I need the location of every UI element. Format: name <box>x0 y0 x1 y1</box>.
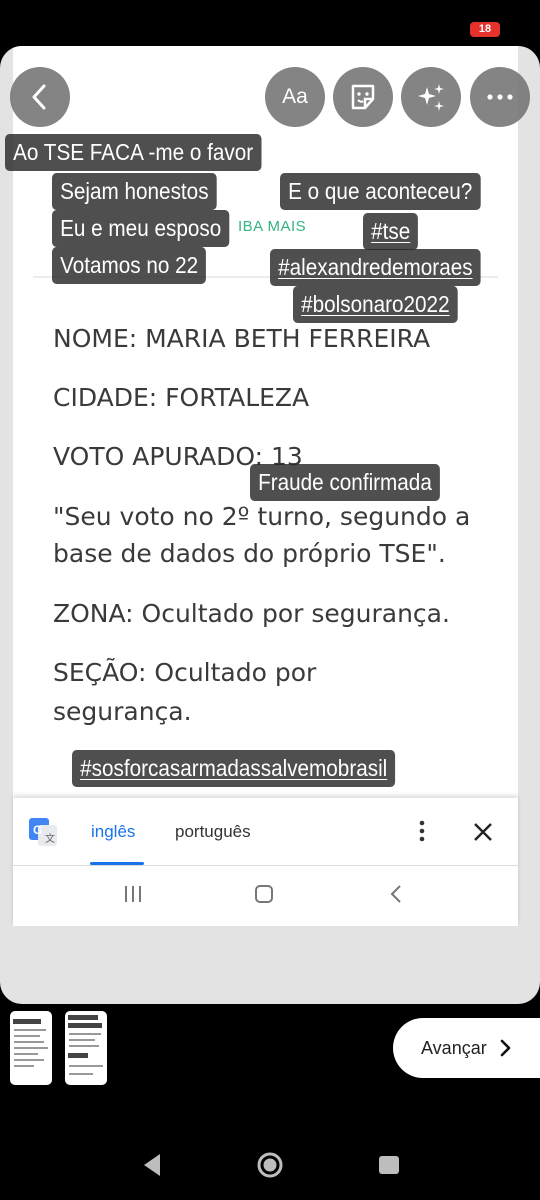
draft-thumbnail[interactable] <box>10 1011 52 1085</box>
hashtag-moraes[interactable]: #alexandredemoraes <box>270 249 481 286</box>
hashtag-bolsonaro[interactable]: #bolsonaro2022 <box>293 286 458 323</box>
story-canvas[interactable]: IBA MAIS NOME: MARIA BETH FERREIRA CIDAD… <box>0 46 540 1004</box>
doc-quote-1: "Seu voto no 2º turno, segundo a <box>53 502 471 531</box>
hashtag-text: #tse <box>371 218 411 244</box>
sticker-button[interactable] <box>333 67 393 127</box>
svg-text:G: G <box>33 823 42 837</box>
close-icon[interactable] <box>473 822 493 842</box>
doc-quote-2: base de dados do próprio TSE". <box>53 539 446 568</box>
google-translate-icon: G 文 <box>29 818 57 846</box>
system-home-icon[interactable] <box>255 1150 285 1180</box>
caption-text[interactable]: E o que aconteceu? <box>280 173 481 210</box>
doc-zona: ZONA: Ocultado por segurança. <box>53 599 450 628</box>
advance-button[interactable]: Avançar <box>393 1018 540 1078</box>
hashtag-sos[interactable]: #sosforcasarmadassalvemobrasil <box>72 750 396 787</box>
translate-bar: G 文 inglês português <box>13 798 518 926</box>
svg-text:文: 文 <box>45 832 55 845</box>
more-options-button[interactable] <box>470 67 530 127</box>
caption-text[interactable]: Ao TSE FACA -me o favor <box>5 134 262 171</box>
back-button[interactable] <box>10 67 70 127</box>
more-horizontal-icon <box>487 94 513 100</box>
recent-apps-icon <box>125 886 141 902</box>
text-tool-label: Aa <box>282 85 308 108</box>
back-icon <box>390 885 401 903</box>
effects-button[interactable] <box>401 67 461 127</box>
caption-text[interactable]: Sejam honestos <box>52 173 217 210</box>
chevron-right-icon <box>500 1039 511 1057</box>
caption-text[interactable]: Votamos no 22 <box>52 247 207 284</box>
sticker-icon <box>351 84 375 110</box>
sparkles-icon <box>418 84 444 111</box>
draft-thumbnail[interactable] <box>65 1011 107 1085</box>
hashtag-text: #bolsonaro2022 <box>301 291 450 317</box>
system-recents-icon[interactable] <box>377 1150 401 1180</box>
text-tool-button[interactable]: Aa <box>265 67 325 127</box>
hashtag-text: #sosforcasarmadassalvemobrasil <box>80 755 388 781</box>
doc-cidade: CIDADE: FORTALEZA <box>53 383 310 412</box>
doc-nome: NOME: MARIA BETH FERREIRA <box>53 324 431 353</box>
system-back-icon[interactable] <box>140 1150 164 1180</box>
divider <box>13 865 518 866</box>
caption-text[interactable]: Fraude confirmada <box>250 464 440 501</box>
caption-text[interactable]: Eu e meu esposo <box>52 210 230 247</box>
advance-label: Avançar <box>421 1037 487 1058</box>
tab-portugues[interactable]: português <box>175 822 251 842</box>
more-vertical-icon[interactable] <box>417 820 427 842</box>
tab-ingles[interactable]: inglês <box>91 822 135 842</box>
home-icon <box>255 885 273 903</box>
leia-mais-link: IBA MAIS <box>238 218 307 235</box>
doc-secao-1: SEÇÃO: Ocultado por <box>53 658 317 687</box>
notification-count-badge: 18 <box>470 22 500 37</box>
hashtag-tse[interactable]: #tse <box>363 213 419 250</box>
chevron-left-icon <box>32 84 46 110</box>
doc-secao-2: segurança. <box>53 697 192 726</box>
hashtag-text: #alexandredemoraes <box>278 254 473 280</box>
